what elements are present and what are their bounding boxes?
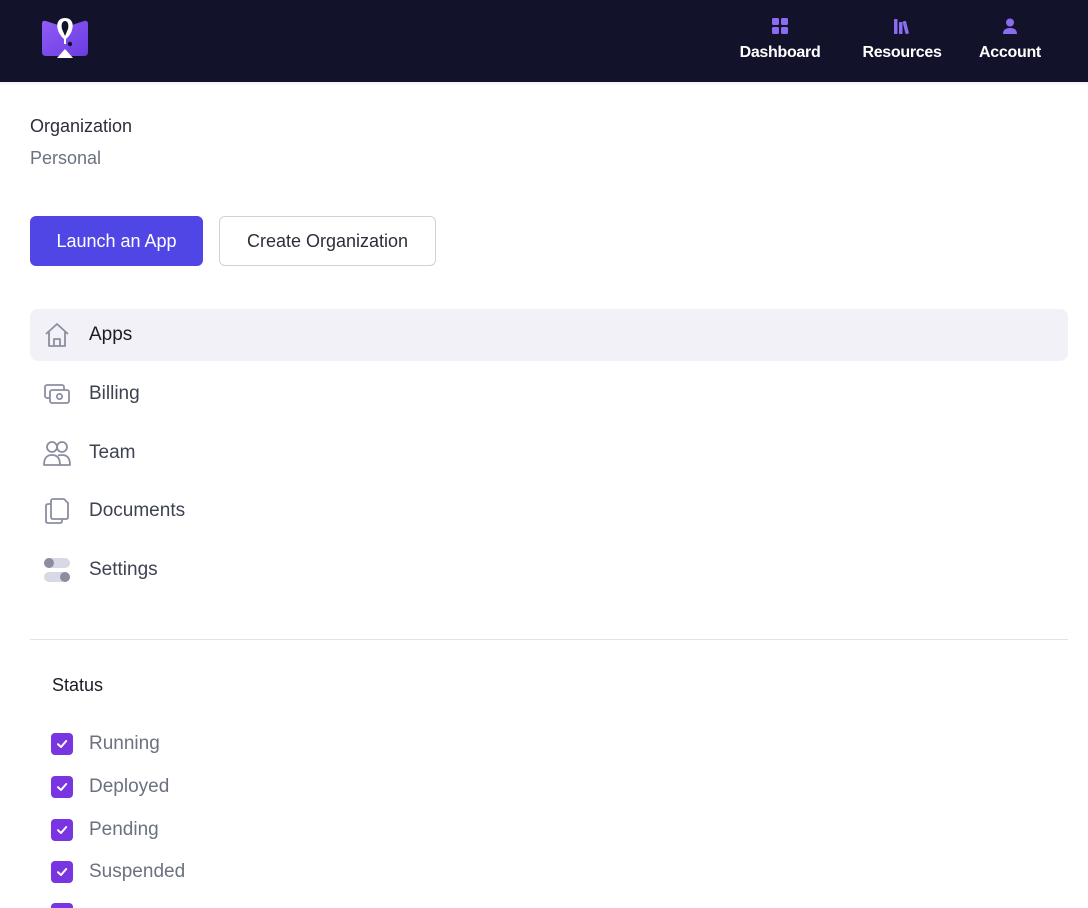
menu-item-settings[interactable]: Settings (30, 544, 1068, 596)
status-option-label: Pending (89, 819, 159, 840)
check-icon (57, 868, 68, 876)
create-organization-button[interactable]: Create Organization (219, 216, 436, 266)
nav-resources[interactable]: Resources (860, 16, 944, 68)
user-icon (1000, 16, 1020, 36)
menu-item-billing[interactable]: Billing (30, 368, 1068, 420)
menu-item-label: Billing (89, 383, 140, 404)
documents-icon (43, 497, 71, 525)
nav-dashboard[interactable]: Dashboard (736, 16, 824, 68)
organization-value: Personal (30, 148, 102, 168)
users-icon (43, 439, 71, 467)
books-icon (892, 16, 912, 36)
money-icon (43, 380, 71, 408)
status-option-label: Suspended (89, 861, 186, 882)
status-option-next[interactable] (51, 902, 73, 908)
topbar-shadow (0, 82, 1088, 85)
section-divider (30, 639, 1068, 640)
check-icon (57, 783, 68, 791)
check-icon (57, 826, 68, 834)
checkbox[interactable] (51, 733, 73, 755)
checkbox[interactable] (51, 776, 73, 798)
menu-item-label: Apps (89, 324, 133, 345)
home-icon (43, 321, 71, 349)
status-option-deployed[interactable]: Deployed (51, 775, 169, 799)
status-option-running[interactable]: Running (51, 732, 160, 756)
check-icon (57, 740, 68, 748)
nav-account-label: Account (979, 44, 1041, 61)
balloon-logo-icon[interactable] (40, 16, 90, 60)
launch-app-button[interactable]: Launch an App (30, 216, 203, 266)
status-option-label: Deployed (89, 776, 170, 797)
status-option-pending[interactable]: Pending (51, 818, 159, 842)
status-option-suspended[interactable]: Suspended (51, 860, 185, 884)
menu-item-documents[interactable]: Documents (30, 485, 1068, 537)
grid-icon (770, 16, 790, 36)
status-filter-title: Status (52, 675, 104, 695)
menu-item-label: Team (89, 442, 136, 463)
checkbox[interactable] (51, 861, 73, 883)
status-option-label: Running (89, 733, 160, 754)
toggles-icon (43, 556, 71, 584)
checkbox[interactable] (51, 819, 73, 841)
nav-account[interactable]: Account (976, 16, 1044, 68)
checkbox[interactable] (51, 903, 73, 908)
menu-item-label: Settings (89, 559, 158, 580)
organization-label: Organization (30, 116, 133, 136)
nav-dashboard-label: Dashboard (739, 44, 821, 61)
menu-item-team[interactable]: Team (30, 427, 1068, 479)
menu-item-apps[interactable]: Apps (30, 309, 1068, 361)
menu-item-label: Documents (89, 500, 186, 521)
top-nav-bar: Dashboard Resources Account (0, 0, 1088, 82)
nav-resources-label: Resources (862, 44, 942, 61)
